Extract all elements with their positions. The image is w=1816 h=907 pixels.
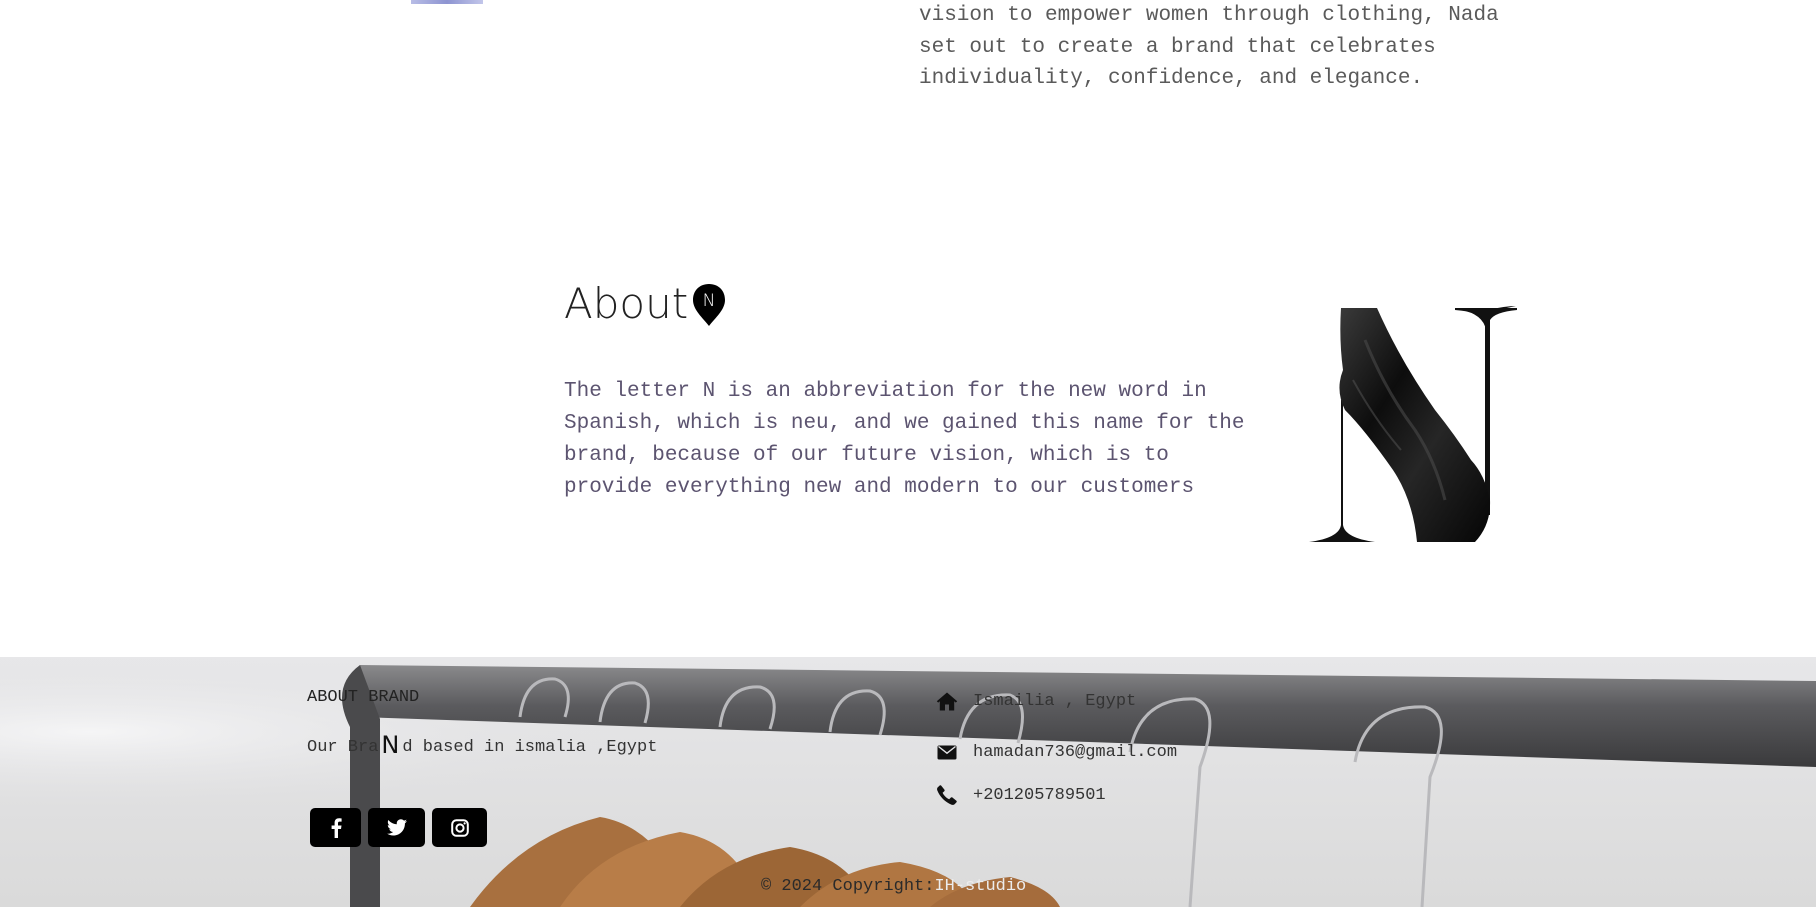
footer-about-heading: ABOUT BRAND: [307, 688, 420, 707]
brand-line-end: d based in ismalia ,Egypt: [402, 738, 658, 757]
address-text: Ismailia , Egypt: [973, 691, 1137, 711]
instagram-button[interactable]: [432, 808, 487, 847]
contact-phone: +201205789501: [935, 784, 1106, 806]
social-links: [310, 808, 487, 847]
n-pin-logo-icon: N: [693, 284, 726, 326]
studio-link[interactable]: IH-studio: [934, 877, 1026, 896]
about-title: About: [564, 278, 689, 328]
story-image: [411, 0, 483, 4]
phone-text[interactable]: +201205789501: [973, 786, 1106, 805]
site-footer: ABOUT BRAND Our Bra Nd based in ismalia ,…: [0, 657, 1816, 907]
brand-line-start: Our Bra: [307, 738, 379, 757]
phone-icon: [935, 784, 959, 806]
footer-brand-description: Our Bra Nd based in ismalia ,Egypt: [307, 731, 657, 759]
twitter-icon: [386, 819, 407, 836]
envelope-icon: [935, 741, 959, 763]
brand-n-logo-glyph: N: [381, 731, 400, 759]
pin-logo-letter: N: [703, 291, 716, 311]
copyright-prefix: © 2024 Copyright:: [761, 877, 935, 896]
copyright: © 2024 Copyright:IH-studio: [761, 877, 1026, 896]
facebook-button[interactable]: [310, 808, 361, 847]
contact-email: hamadan736@gmail.com: [935, 741, 1177, 763]
about-paragraph: The letter N is an abbreviation for the …: [564, 380, 1245, 499]
about-heading: About N: [564, 278, 727, 328]
email-link[interactable]: hamadan736@gmail.com: [973, 743, 1177, 762]
instagram-icon: [450, 818, 469, 837]
story-paragraph: vision to empower women through clothing…: [919, 4, 1499, 90]
contact-address: Ismailia , Egypt: [935, 690, 1136, 712]
facebook-icon: [331, 817, 342, 838]
brand-n-letter-image: [1309, 306, 1517, 542]
home-icon: [935, 690, 959, 712]
twitter-button[interactable]: [368, 808, 425, 847]
footer-background-image: [0, 657, 1816, 907]
